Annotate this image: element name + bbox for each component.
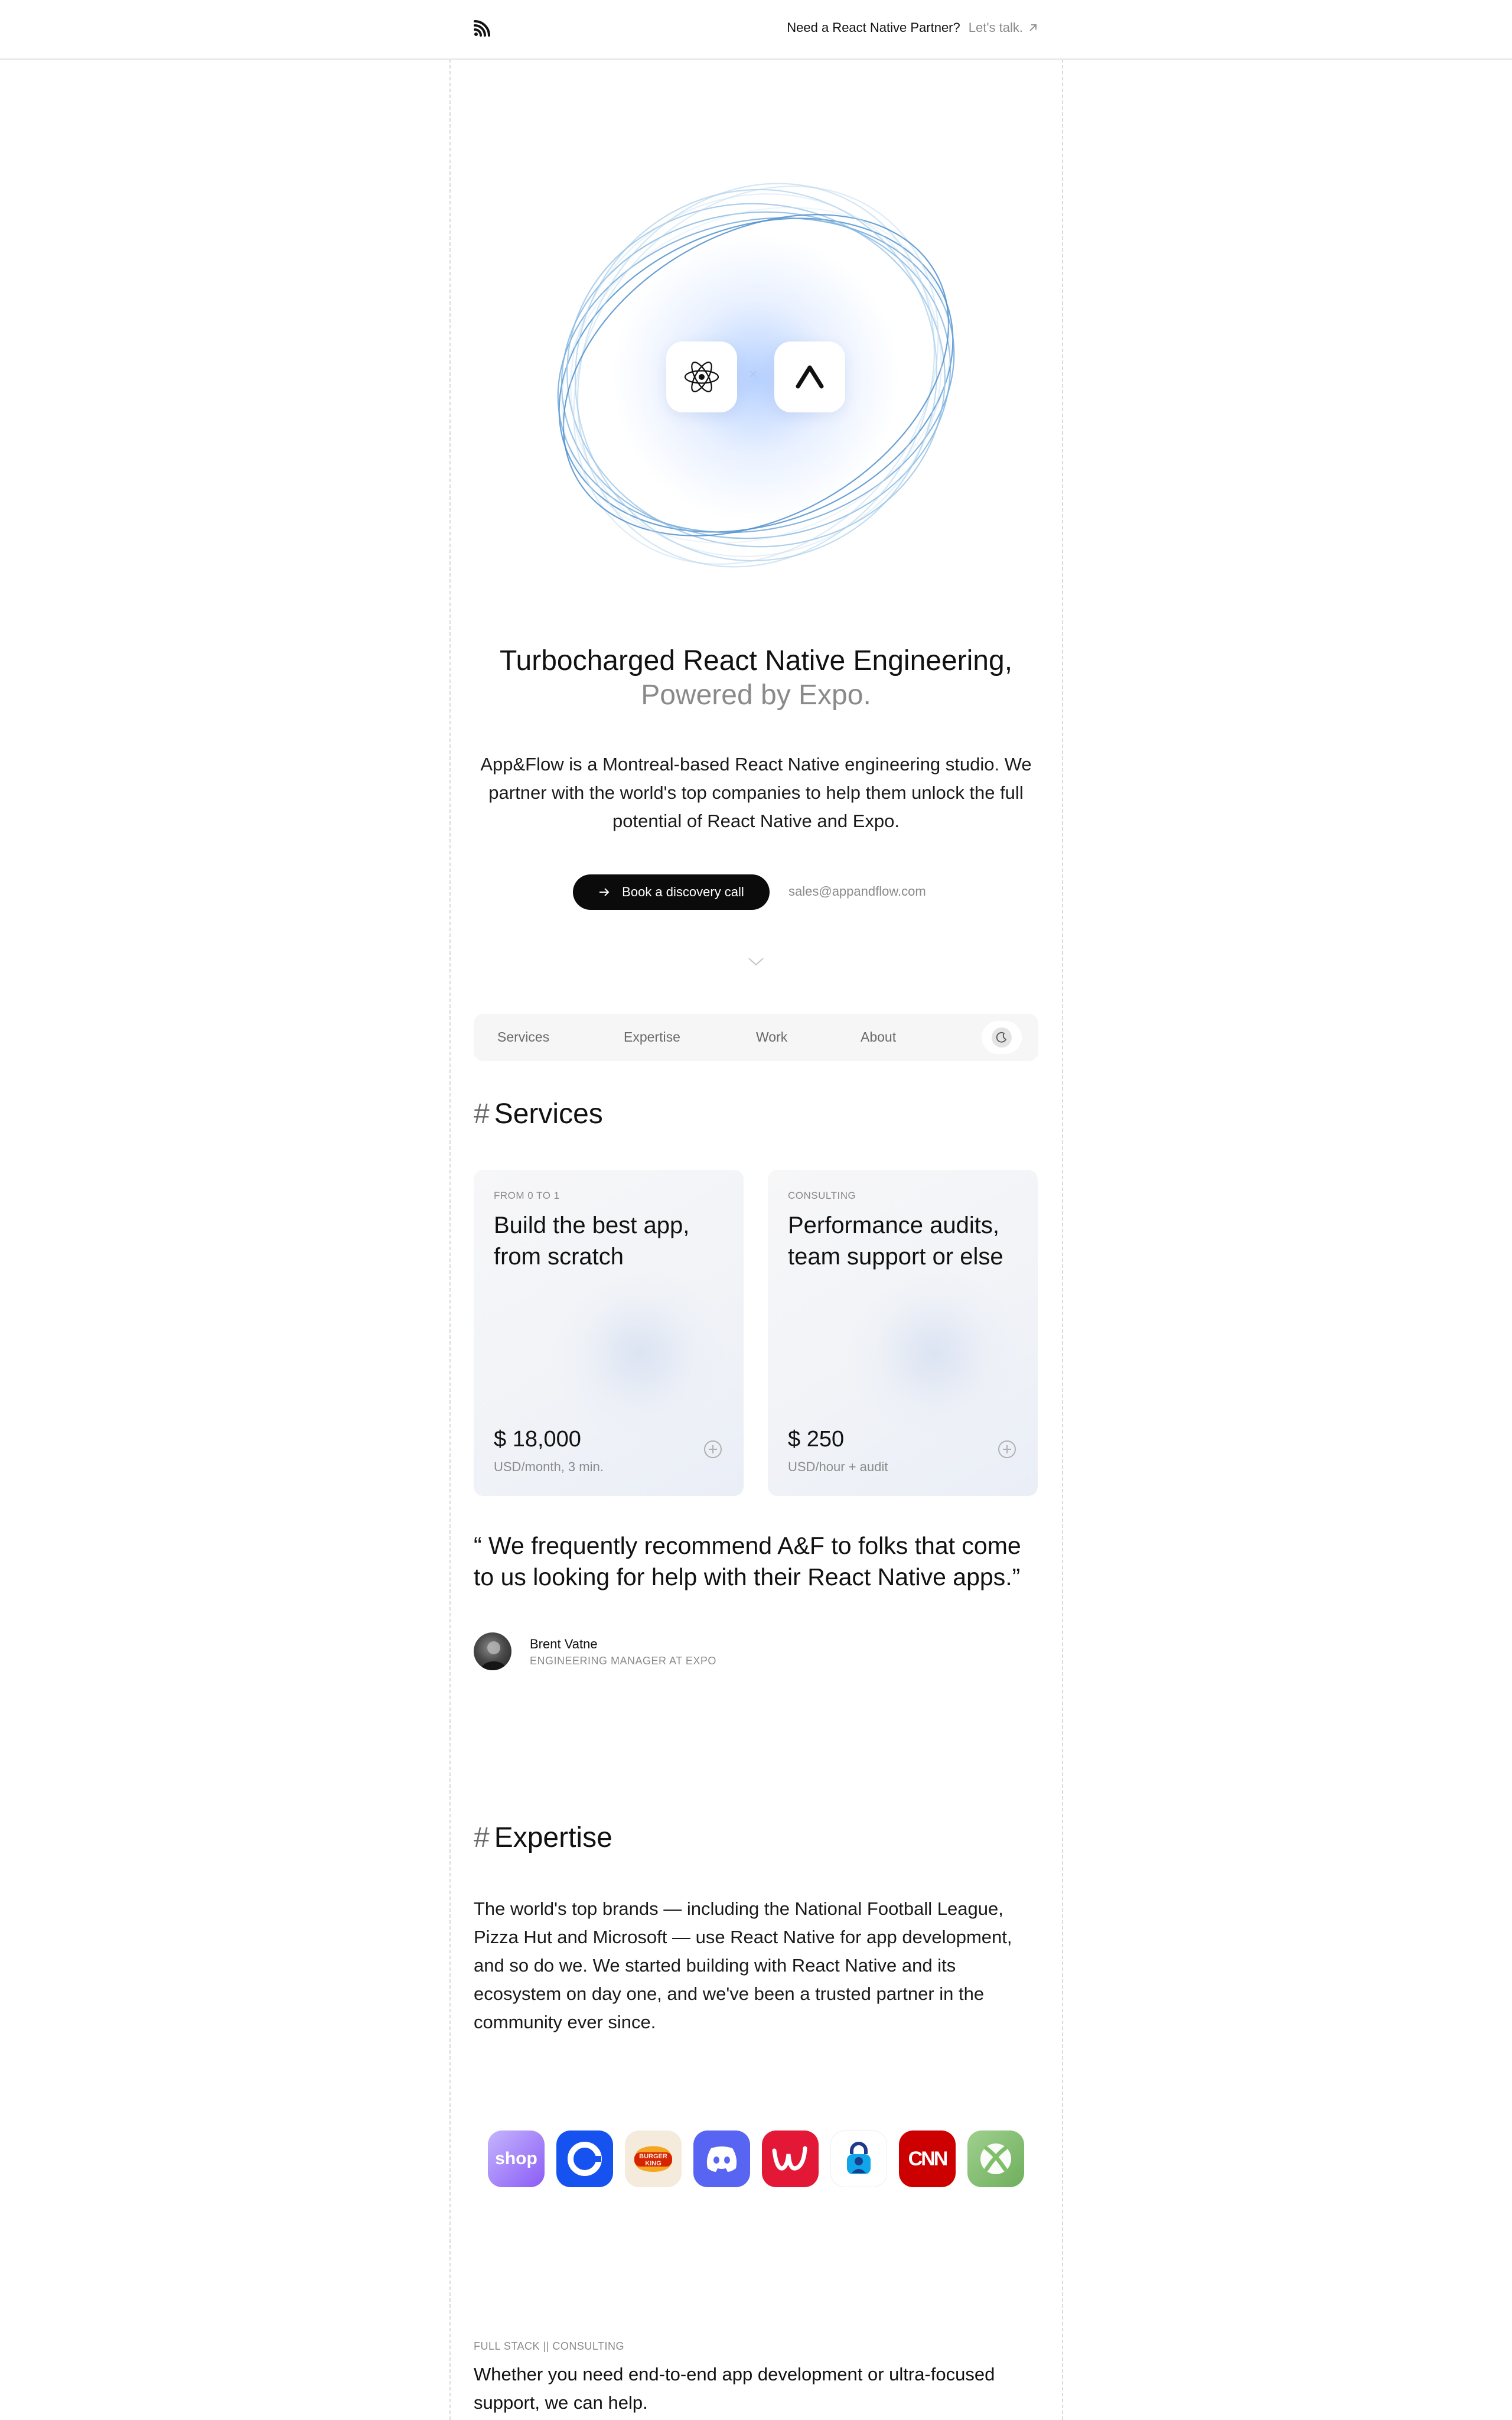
arrow-up-right-icon	[1029, 24, 1037, 31]
shop-logo: shop	[488, 2130, 545, 2187]
nav-item-expertise[interactable]: Expertise	[624, 1029, 680, 1045]
plus-circle-icon[interactable]	[703, 1440, 722, 1459]
hero-title-sub: Powered by Expo.	[641, 679, 871, 711]
testimonial-author-role: ENGINEERING MANAGER AT EXPO	[530, 1655, 716, 1667]
right-column-guide	[1062, 0, 1063, 2420]
services-heading-hash: #	[474, 1098, 490, 1130]
service-card-tag: FROM 0 TO 1	[494, 1190, 560, 1201]
plus-circle-icon[interactable]	[998, 1440, 1016, 1459]
cnn-logo-label: CNN	[908, 2147, 949, 2170]
service-card-unit: USD/hour + audit	[788, 1459, 888, 1474]
coinbase-logo	[556, 2130, 613, 2187]
hero-title: Turbocharged React Native Engineering, P…	[461, 644, 1051, 713]
expertise-heading: # Expertise	[474, 1821, 612, 1854]
card-blob	[550, 1264, 728, 1442]
shop-logo-label: shop	[495, 2149, 537, 2168]
burger-king-logo: BURGER KING	[625, 2130, 682, 2187]
sales-email-link[interactable]: sales@appandflow.com	[788, 884, 926, 899]
service-card-price: $ 18,000	[494, 1427, 581, 1452]
expo-chevron-icon	[796, 365, 824, 389]
walgreens-logo	[762, 2130, 819, 2187]
arrow-right-icon	[599, 888, 610, 896]
service-card-title: Performance audits, team support or else	[788, 1212, 1003, 1270]
theme-toggle[interactable]	[982, 1021, 1022, 1054]
lets-talk-label: Let's talk.	[968, 20, 1023, 35]
svg-text:BURGER: BURGER	[639, 2153, 667, 2160]
service-card-title: Build the best app, from scratch	[494, 1212, 690, 1270]
full-stack-tag: FULL STACK || CONSULTING	[474, 2340, 625, 2352]
partner-question: Need a React Native Partner?	[787, 20, 960, 35]
expertise-heading-text: Expertise	[494, 1822, 612, 1853]
nav-item-about[interactable]: About	[861, 1029, 896, 1045]
header-cta: Need a React Native Partner? Let's talk.	[787, 20, 1038, 35]
xbox-logo	[967, 2130, 1024, 2187]
testimonial-quote: “ We frequently recommend A&F to folks t…	[474, 1532, 1021, 1590]
cnn-logo: CNN	[899, 2130, 956, 2187]
left-column-guide	[449, 0, 451, 2420]
scroll-down-chevron-icon[interactable]	[747, 956, 765, 971]
nav-item-services[interactable]: Services	[497, 1029, 549, 1045]
service-card-consulting[interactable]: CONSULTING Performance audits, team supp…	[768, 1170, 1038, 1496]
svg-text:KING: KING	[645, 2160, 662, 2167]
testimonial-author-name: Brent Vatne	[530, 1637, 598, 1651]
lets-talk-link[interactable]: Let's talk.	[969, 20, 1038, 35]
book-discovery-call-label: Book a discovery call	[622, 884, 744, 899]
service-card-build[interactable]: FROM 0 TO 1 Build the best app, from scr…	[474, 1170, 744, 1496]
expertise-description: The world's top brands — including the N…	[474, 1898, 1012, 2032]
card-blob	[845, 1264, 1022, 1442]
expo-logo-tile	[774, 341, 845, 412]
site-header: Need a React Native Partner? Let's talk.	[0, 0, 1512, 60]
expertise-heading-hash: #	[474, 1822, 490, 1853]
service-card-price: $ 250	[788, 1427, 845, 1452]
avatar	[474, 1632, 511, 1670]
services-heading: # Services	[474, 1098, 603, 1130]
hero-description: App&Flow is a Montreal-based React Nativ…	[480, 754, 1032, 831]
service-card-tag: CONSULTING	[788, 1190, 856, 1201]
moon-icon	[992, 1027, 1012, 1048]
appandflow-logo-icon[interactable]	[472, 18, 493, 38]
service-card-unit: USD/month, 3 min.	[494, 1459, 604, 1474]
discord-logo	[693, 2130, 750, 2187]
times-separator: ×	[749, 366, 758, 382]
services-heading-text: Services	[494, 1098, 603, 1130]
book-discovery-call-button[interactable]: Book a discovery call	[573, 874, 770, 910]
react-atom-icon	[684, 362, 719, 392]
react-logo-tile	[666, 341, 737, 412]
hero-title-main: Turbocharged React Native Engineering,	[499, 645, 1013, 676]
section-nav: Services Expertise Work About	[474, 1014, 1038, 1061]
nav-item-work[interactable]: Work	[756, 1029, 787, 1045]
full-stack-description: Whether you need end-to-end app developm…	[474, 2364, 995, 2413]
security-app-logo	[830, 2130, 887, 2187]
